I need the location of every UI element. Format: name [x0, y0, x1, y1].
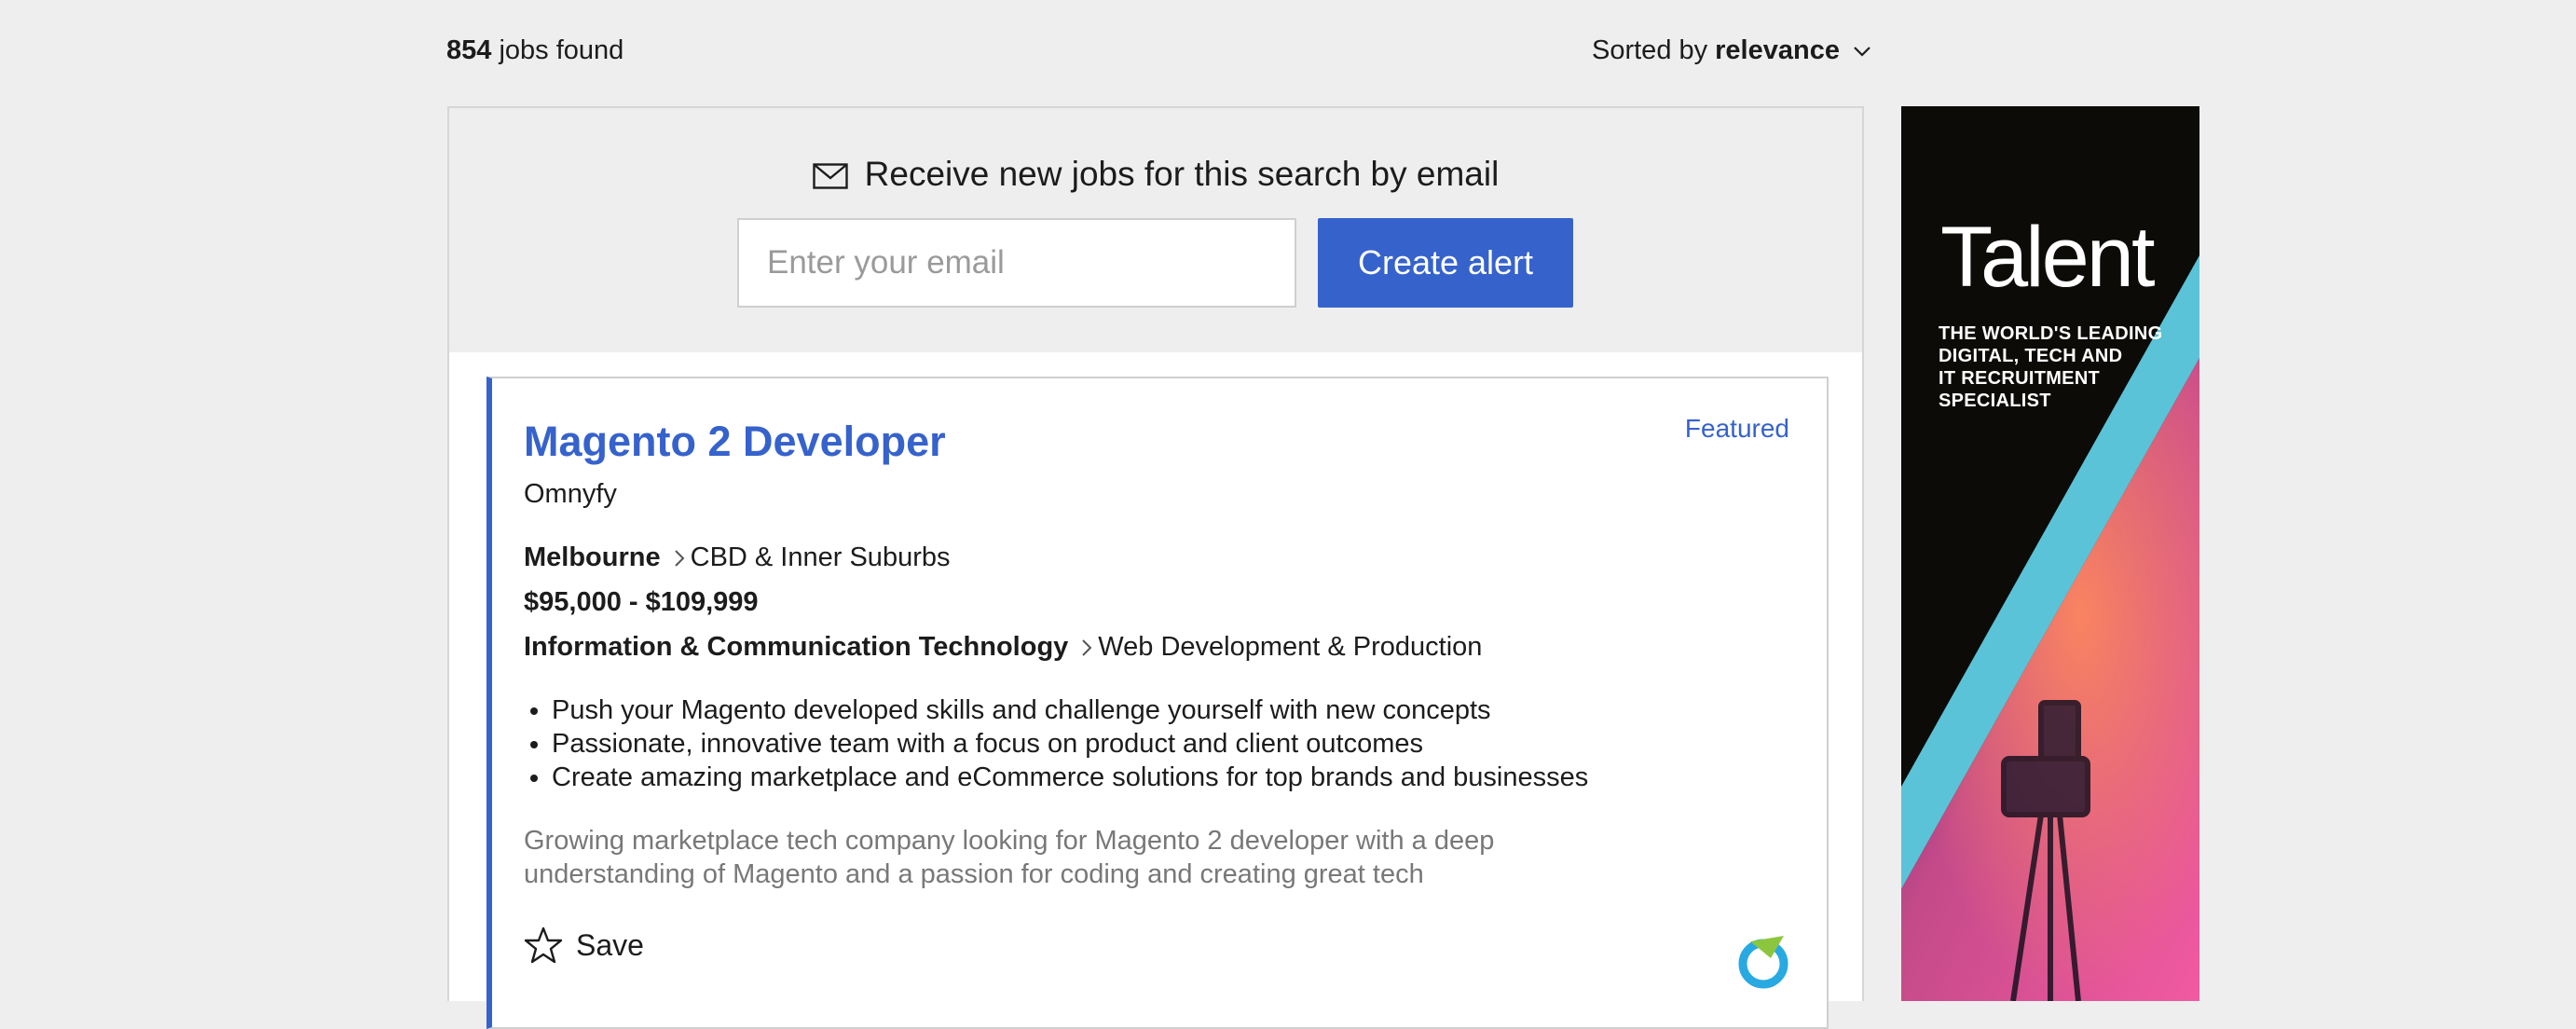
company-logo	[1737, 930, 1791, 990]
ad-tagline-line: SPECIALIST	[1939, 391, 2051, 411]
job-card[interactable]: Magento 2 Developer Featured Omnyfy Melb…	[486, 377, 1829, 1029]
mail-icon	[812, 163, 848, 189]
chevron-down-icon	[1854, 46, 1870, 57]
area-link[interactable]: CBD & Inner Suburbs	[691, 542, 951, 573]
omnyfy-logo-mark	[1738, 936, 1788, 989]
job-classification: Information & Communication Technology W…	[524, 632, 1482, 663]
featured-badge: Featured	[1684, 414, 1789, 443]
sort-dropdown[interactable]: Sorted by relevance	[1592, 35, 1871, 66]
results-count-label: jobs found	[499, 35, 624, 65]
results-count: 854 jobs found	[446, 35, 623, 66]
classification-link[interactable]: Information & Communication Technology	[524, 632, 1068, 663]
job-teaser: Growing marketplace tech company looking…	[524, 826, 1495, 889]
save-label: Save	[576, 927, 644, 962]
job-bullet-list: Push your Magento developed skills and c…	[524, 693, 1588, 794]
sort-prefix: Sorted by	[1592, 35, 1708, 65]
job-salary: $95,000 - $109,999	[524, 587, 759, 617]
sort-value: relevance	[1715, 35, 1840, 65]
job-alert-box: Receive new jobs for this search by emai…	[449, 108, 1862, 352]
ad-tagline-line: IT RECRUITMENT	[1939, 368, 2101, 389]
advertisement-banner[interactable]: Talent THE WORLD'S LEADING DIGITAL, TECH…	[1901, 106, 2199, 1001]
job-title-link[interactable]: Magento 2 Developer	[524, 418, 946, 466]
company-name[interactable]: Omnyfy	[524, 479, 617, 510]
list-item: Passionate, innovative team with a focus…	[552, 727, 1588, 761]
list-item: Create amazing marketplace and eCommerce…	[552, 761, 1588, 794]
ad-tagline-line: THE WORLD'S LEADING	[1939, 323, 2163, 344]
list-item: Push your Magento developed skills and c…	[552, 693, 1588, 727]
ad-brand-logo: Talent	[1940, 210, 2155, 305]
job-alert-title: Receive new jobs for this search by emai…	[449, 155, 1862, 194]
job-location: Melbourne CBD & Inner Suburbs	[524, 542, 950, 573]
location-link[interactable]: Melbourne	[524, 542, 661, 573]
chevron-right-icon	[674, 549, 685, 567]
create-alert-button[interactable]: Create alert	[1318, 218, 1573, 308]
job-alert-text: Receive new jobs for this search by emai…	[864, 155, 1500, 193]
email-input[interactable]	[737, 218, 1296, 308]
save-job-button[interactable]: Save	[524, 926, 644, 964]
subclassification-link[interactable]: Web Development & Production	[1098, 632, 1482, 663]
star-icon	[524, 926, 563, 964]
chevron-right-icon	[1082, 638, 1092, 656]
results-count-number: 854	[446, 35, 492, 65]
ad-tagline-line: DIGITAL, TECH AND	[1939, 346, 2123, 366]
ad-tagline: THE WORLD'S LEADING DIGITAL, TECH AND IT…	[1939, 322, 2190, 412]
results-panel: Receive new jobs for this search by emai…	[447, 106, 1864, 1029]
